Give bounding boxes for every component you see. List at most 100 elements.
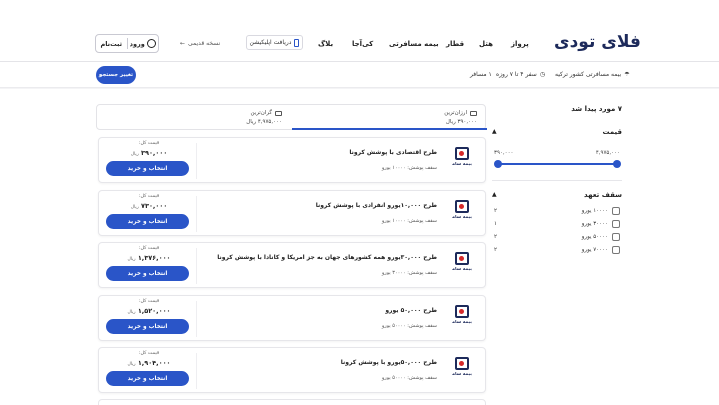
checkbox[interactable] <box>612 207 620 215</box>
login-label: ورود <box>129 39 145 48</box>
plan-price: ۱,۹۰۴,۰۰۰ ریال <box>107 359 191 367</box>
user-icon <box>146 39 156 48</box>
plan-title: طرح اقتصادی با پوشش کرونا <box>349 149 437 156</box>
old-version-link[interactable]: نسخه قدیمی ← <box>180 40 220 47</box>
checkbox[interactable] <box>612 246 620 254</box>
select-and-buy-button[interactable]: انتخاب و خرید <box>106 371 189 386</box>
insurer-logo-mark <box>455 200 469 213</box>
card-divider <box>196 248 197 284</box>
sort-tab-cheapest[interactable]: ارزان‌ترین ۳۹۰,۰۰۰ ریال <box>292 105 487 130</box>
plan-price: ۷۳۰,۰۰۰ ریال <box>107 202 191 210</box>
login-button[interactable]: ورود <box>128 35 159 52</box>
change-search-button[interactable]: تغییر جستجو <box>96 66 136 84</box>
coverage-option-label: ۷۰۰۰۰ یورو <box>581 247 608 253</box>
plan-coverage: سقف پوشش: ۳۰۰۰۰ یورو <box>381 270 437 276</box>
total-price-label: قیمت کل: <box>138 246 160 251</box>
download-app-label: دریافت اپلیکیشن <box>249 39 292 46</box>
currency-label: ریال <box>246 119 257 125</box>
insurer-logo: بیمه سامان <box>452 200 472 226</box>
insurer-name: بیمه سامان <box>452 267 472 272</box>
currency-label: ریال <box>445 119 456 125</box>
insurance-card-partial <box>98 399 486 405</box>
plan-price: ۱,۳۷۶,۰۰۰ ریال <box>107 254 191 262</box>
sort-cheapest-label: ارزان‌ترین <box>444 110 467 116</box>
insurer-name: بیمه سامان <box>452 320 472 325</box>
coverage-option-label: ۱۰۰۰۰ یورو <box>581 208 608 214</box>
plan-coverage: سقف پوشش: ۵۰۰۰۰ یورو <box>381 323 437 329</box>
plan-price-value: ۱,۹۰۴,۰۰۰ <box>137 359 171 367</box>
sort-tab-expensive[interactable]: گران‌ترین ۴,۹۷۵,۰۰۰ ریال <box>97 105 292 130</box>
insurer-logo: بیمه سامان <box>452 252 472 278</box>
coverage-option[interactable]: ۵۰۰۰۰ یورو ۲ <box>492 233 622 242</box>
chevron-up-icon[interactable]: ▲ <box>492 191 497 198</box>
card-divider <box>196 143 197 179</box>
price-filter-title[interactable]: قیمت <box>602 128 622 136</box>
currency-label: ریال <box>130 205 139 210</box>
insurer-logo-mark <box>455 147 469 160</box>
summary-travelers: ۱ مسافر <box>470 71 492 78</box>
insurer-logo-mark <box>455 305 469 318</box>
total-price-label: قیمت کل: <box>138 194 160 199</box>
price-min-value: ۳۹۰,۰۰۰ <box>494 150 514 156</box>
nav-item-kojaa[interactable]: کی‌آجا <box>352 40 373 48</box>
nav-item-insurance[interactable]: بیمه مسافرتی <box>389 40 439 48</box>
phone-icon <box>294 38 300 47</box>
nav-item-flight[interactable]: پرواز <box>511 40 529 48</box>
chevron-up-icon[interactable]: ▲ <box>492 128 497 135</box>
currency-label: ریال <box>130 152 139 157</box>
download-app-button[interactable]: دریافت اپلیکیشن <box>246 35 303 50</box>
coverage-option-count: ۲ <box>494 208 497 214</box>
total-price-label: قیمت کل: <box>138 351 160 356</box>
filter-sidebar: ۷ مورد پیدا شد قیمت ▲ ۴,۹۷۵,۰۰۰ ۳۹۰,۰۰۰ … <box>492 100 622 405</box>
plan-price-value: ۳۹۰,۰۰۰ <box>141 149 168 157</box>
insurer-name: بیمه سامان <box>452 372 472 377</box>
card-divider <box>196 196 197 232</box>
plan-title: طرح ۵۰,۰۰۰ یورو <box>385 307 437 314</box>
coverage-option[interactable]: ۱۰۰۰۰ یورو ۲ <box>492 207 622 216</box>
nav-item-blog[interactable]: بلاگ <box>318 40 333 48</box>
plan-coverage: سقف پوشش: ۵۰۰۰۰ یورو <box>381 375 437 381</box>
price-range-track[interactable] <box>497 163 617 165</box>
summary-product-label: بیمه مسافرتی کشور ترکیه <box>555 71 622 78</box>
select-and-buy-button[interactable]: انتخاب و خرید <box>106 214 189 229</box>
plan-title: طرح ۳۰,۰۰۰یورو همه کشورهای جهان به جز ام… <box>217 254 437 261</box>
coverage-option[interactable]: ۳۰۰۰۰ یورو ۱ <box>492 220 622 229</box>
signup-button[interactable]: ثبت‌نام <box>96 35 127 52</box>
plan-title: طرح ۵۰,۰۰۰یورو با پوشش کرونا <box>340 359 437 366</box>
price-tag-icon <box>470 110 477 116</box>
plan-price-value: ۷۳۰,۰۰۰ <box>141 202 168 210</box>
coverage-filter-title[interactable]: سقف تعهد <box>584 191 622 199</box>
filter-divider <box>492 180 622 181</box>
insurer-name: بیمه سامان <box>452 215 472 220</box>
select-and-buy-button[interactable]: انتخاب و خرید <box>106 266 189 281</box>
price-max-handle[interactable] <box>613 160 621 168</box>
sort-bar: ارزان‌ترین ۳۹۰,۰۰۰ ریال گران‌ترین ۴,۹۷۵,… <box>96 104 487 130</box>
insurer-logo-mark <box>455 357 469 370</box>
summary-duration: ◷ سفر ۴ تا ۷ روزه <box>496 71 545 78</box>
plan-coverage: سقف پوشش: ۱۰۰۰۰ یورو <box>381 218 437 224</box>
insurance-card: بیمه سامان طرح ۵۰,۰۰۰یورو با پوشش کرونا … <box>98 347 486 393</box>
currency-label: ریال <box>127 310 136 315</box>
coverage-option-label: ۳۰۰۰۰ یورو <box>581 221 608 227</box>
insurer-logo: بیمه سامان <box>452 357 472 383</box>
coverage-option[interactable]: ۷۰۰۰۰ یورو ۲ <box>492 246 622 255</box>
select-and-buy-button[interactable]: انتخاب و خرید <box>106 319 189 334</box>
nav-item-train[interactable]: قطار <box>446 40 464 48</box>
umbrella-icon: ☂ <box>624 71 630 78</box>
price-min-handle[interactable] <box>494 160 502 168</box>
checkbox[interactable] <box>612 233 620 241</box>
card-divider <box>196 301 197 337</box>
site-logo[interactable]: فلای تودی <box>554 32 641 52</box>
nav-item-hotel[interactable]: هتل <box>479 40 493 48</box>
insurance-card: بیمه سامان طرح ۵۰,۰۰۰ یورو سقف پوشش: ۵۰۰… <box>98 295 486 341</box>
plan-price: ۳۹۰,۰۰۰ ریال <box>107 149 191 157</box>
select-and-buy-button[interactable]: انتخاب و خرید <box>106 161 189 176</box>
coverage-option-count: ۱ <box>494 221 497 227</box>
total-price-label: قیمت کل: <box>138 299 160 304</box>
checkbox[interactable] <box>612 220 620 228</box>
currency-label: ریال <box>127 362 136 367</box>
currency-label: ریال <box>127 257 136 262</box>
signup-label: ثبت‌نام <box>100 39 123 48</box>
coverage-option-count: ۲ <box>494 234 497 240</box>
coverage-option-count: ۲ <box>494 247 497 253</box>
